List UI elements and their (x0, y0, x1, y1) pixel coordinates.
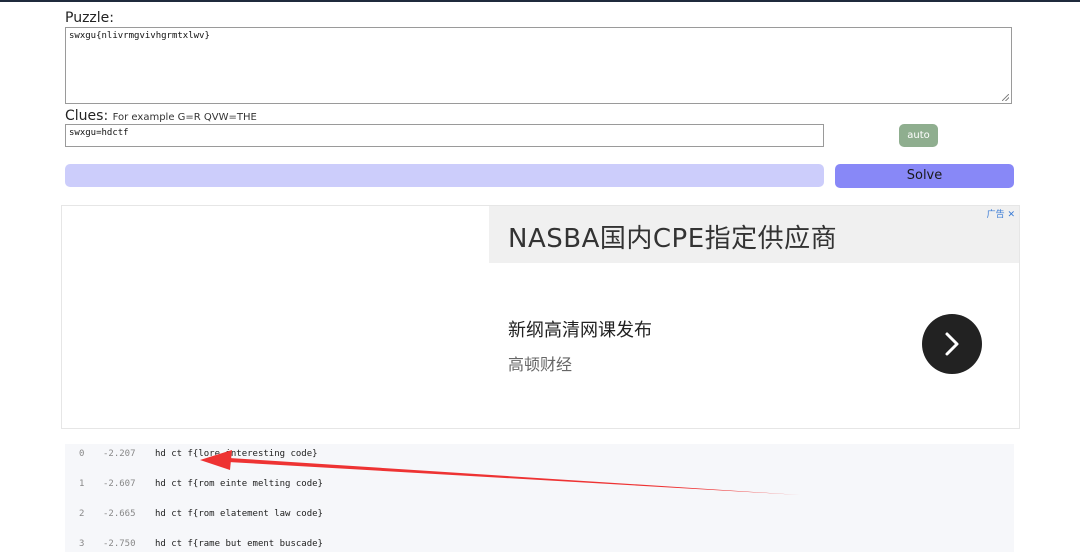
red-annotation-arrow-icon (200, 450, 800, 495)
